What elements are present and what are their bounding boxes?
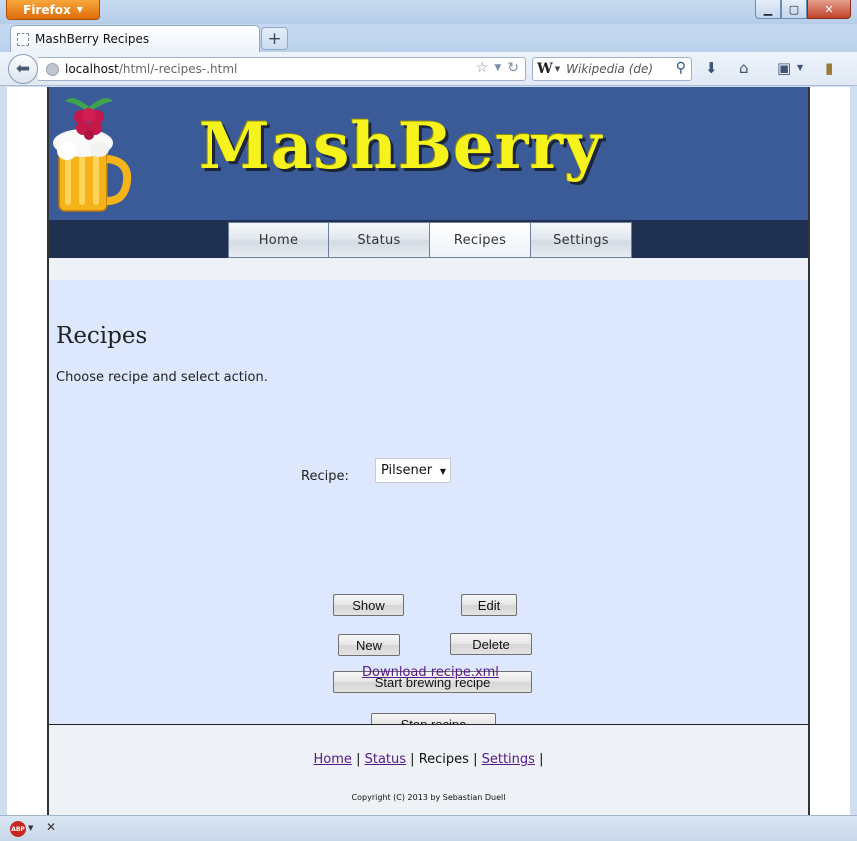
url-host: localhost: [65, 62, 119, 76]
footer-link-home[interactable]: Home: [314, 752, 352, 767]
addon-bar: ABP ▼ ✕: [0, 815, 857, 841]
footer-separator: |: [473, 752, 478, 767]
tab-mashberry-recipes[interactable]: MashBerry Recipes: [10, 25, 260, 52]
menu-tab-home[interactable]: Home: [228, 222, 329, 258]
url-path: /html/-recipes-.html: [118, 62, 238, 76]
menu-tab-status[interactable]: Status: [329, 222, 430, 258]
menu-tab-settings[interactable]: Settings: [531, 222, 632, 258]
addon-icon[interactable]: ▮: [825, 59, 833, 77]
chevron-down-icon[interactable]: ▼: [797, 63, 803, 72]
main-content: Recipes Choose recipe and select action.…: [49, 280, 808, 735]
footer-link-settings[interactable]: Settings: [482, 752, 535, 767]
downloads-icon[interactable]: ⬇: [705, 59, 718, 77]
page-intro: Choose recipe and select action.: [56, 370, 268, 385]
chevron-down-icon[interactable]: ▼: [28, 824, 33, 832]
plus-icon: +: [267, 28, 282, 49]
chevron-down-icon: ▼: [76, 5, 83, 14]
site-footer: Home | Status | Recipes | Settings | Cop…: [49, 724, 808, 815]
navigation-toolbar: localhost/html/-recipes-.html ☆ ▼ ↻ ⬅ W …: [0, 52, 857, 86]
page-container: MashBerry Home Status Recipes Settings R…: [47, 87, 810, 815]
home-icon[interactable]: ⌂: [739, 59, 749, 77]
search-placeholder[interactable]: Wikipedia (de): [566, 62, 653, 76]
maximize-icon[interactable]: ▢: [781, 0, 807, 19]
wikipedia-engine-icon[interactable]: W: [537, 61, 553, 77]
new-tab-button[interactable]: +: [261, 27, 288, 50]
footer-separator: |: [356, 752, 361, 767]
site-identity-icon[interactable]: [46, 62, 59, 76]
window-titlebar: Firefox ▼ ▁ ▢ ✕: [0, 0, 857, 24]
chevron-down-icon: ▼: [439, 467, 446, 476]
footer-link-status[interactable]: Status: [365, 752, 406, 767]
footer-current-recipes: Recipes: [418, 752, 469, 767]
firefox-menu-label: Firefox: [23, 2, 71, 17]
history-dropdown-icon[interactable]: ▼: [494, 60, 501, 76]
main-menu: Home Status Recipes Settings: [228, 222, 632, 258]
site-header: MashBerry: [49, 87, 808, 220]
firefox-menu-button[interactable]: Firefox ▼: [6, 0, 100, 20]
page-favicon-icon: [17, 32, 29, 46]
recipe-selected-value: Pilsener: [381, 463, 433, 478]
bookmarks-menu-icon[interactable]: ▣: [777, 59, 791, 77]
url-bar-actions: ☆ ▼ ↻: [476, 60, 519, 76]
menu-subbar: [49, 258, 808, 280]
footer-separator: |: [410, 752, 415, 767]
footer-separator: |: [539, 752, 544, 767]
tab-title: MashBerry Recipes: [35, 32, 150, 46]
minimize-icon[interactable]: ▁: [755, 0, 781, 19]
back-button[interactable]: ⬅: [8, 54, 38, 84]
page-title: Recipes: [56, 323, 148, 349]
search-bar[interactable]: W ▼ Wikipedia (de) ⚲: [532, 57, 692, 81]
site-title: MashBerry: [199, 109, 603, 184]
delete-button[interactable]: Delete: [450, 633, 532, 655]
footer-nav: Home | Status | Recipes | Settings |: [49, 752, 808, 767]
url-bar[interactable]: localhost/html/-recipes-.html ☆ ▼ ↻: [38, 57, 526, 81]
adblock-plus-icon[interactable]: ABP: [10, 821, 26, 837]
tab-bar: MashBerry Recipes +: [0, 24, 857, 52]
reload-icon[interactable]: ↻: [507, 60, 519, 76]
search-icon[interactable]: ⚲: [676, 60, 686, 76]
raspberry-icon: [65, 98, 113, 140]
close-icon[interactable]: ✕: [807, 0, 851, 19]
menu-tab-recipes[interactable]: Recipes: [430, 222, 531, 258]
arrow-left-icon: ⬅: [15, 59, 31, 79]
new-button[interactable]: New: [338, 634, 400, 656]
download-recipe-link[interactable]: Download recipe.xml: [362, 665, 499, 680]
browser-viewport: MashBerry Home Status Recipes Settings R…: [7, 87, 850, 815]
recipe-label: Recipe:: [301, 469, 349, 484]
bookmark-star-icon[interactable]: ☆: [476, 60, 489, 76]
window-controls: ▁ ▢ ✕: [755, 0, 851, 19]
recipe-select[interactable]: Pilsener ▼: [375, 458, 451, 483]
copyright-text: Copyright (C) 2013 by Sebastian Duell: [351, 793, 506, 802]
chevron-down-icon[interactable]: ▼: [555, 65, 560, 73]
show-button[interactable]: Show: [333, 594, 404, 616]
close-icon[interactable]: ✕: [46, 820, 56, 834]
edit-button[interactable]: Edit: [461, 594, 517, 616]
url-text[interactable]: localhost/html/-recipes-.html: [65, 62, 237, 76]
